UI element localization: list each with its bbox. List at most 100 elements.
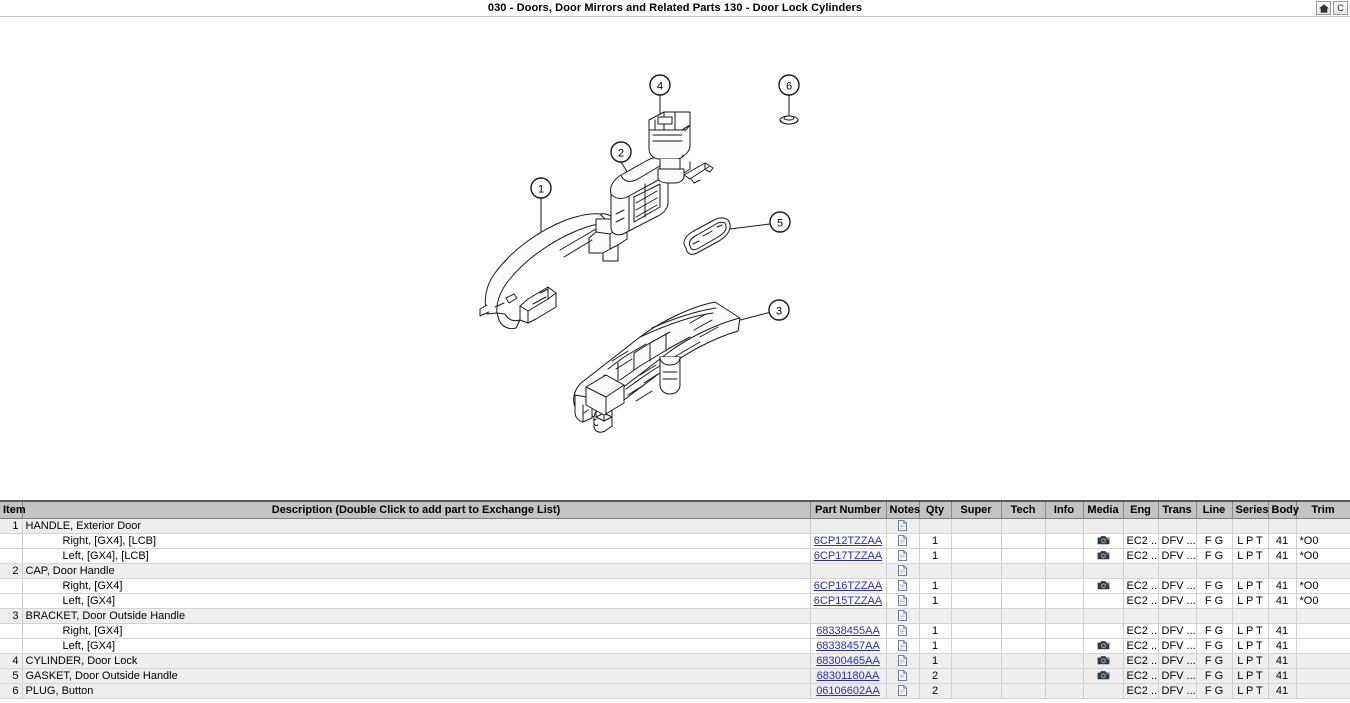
cell-notes[interactable] — [886, 563, 920, 579]
camera-icon[interactable] — [1097, 655, 1110, 665]
column-header-body[interactable]: Body — [1268, 502, 1299, 519]
cell-notes[interactable] — [886, 668, 920, 684]
column-header-media[interactable]: Media — [1083, 502, 1124, 519]
column-header-tech[interactable]: Tech — [1001, 502, 1046, 519]
note-icon[interactable] — [898, 609, 907, 621]
table-row[interactable]: Right, [GX4], [LCB] 6CP12TZZAA 1 EC2 ... DFV… — [0, 533, 1350, 549]
callout-1[interactable]: 1 — [530, 177, 552, 199]
callout-2[interactable]: 2 — [610, 141, 632, 163]
cell-notes[interactable] — [886, 518, 920, 534]
table-row[interactable]: 2 CAP, Door Handle — [0, 563, 1350, 579]
cell-description[interactable]: GASKET, Door Outside Handle — [22, 668, 811, 684]
cell-media[interactable] — [1083, 668, 1124, 684]
home-button[interactable] — [1316, 1, 1331, 15]
column-header-super[interactable]: Super — [951, 502, 1002, 519]
table-row[interactable]: Right, [GX4] 6CP16TZZAA 1 EC2 ... DFV ... F G… — [0, 578, 1350, 594]
part-number-link[interactable]: 68338457AA — [816, 640, 880, 652]
cell-notes[interactable] — [886, 623, 920, 639]
column-header-item[interactable]: Item — [0, 502, 26, 519]
column-header-trans[interactable]: Trans — [1158, 502, 1197, 519]
camera-icon[interactable] — [1097, 670, 1110, 680]
cell-description[interactable]: Left, [GX4] — [22, 638, 811, 654]
cell-description[interactable]: Right, [GX4] — [22, 623, 811, 639]
parts-illustration[interactable]: 1 2 3 4 5 6 — [0, 17, 1350, 500]
table-row[interactable]: 4 CYLINDER, Door Lock 68300465AA 1 EC2 ... DF… — [0, 653, 1350, 669]
callout-6[interactable]: 6 — [778, 74, 800, 96]
cell-media[interactable] — [1083, 638, 1124, 654]
table-row[interactable]: Left, [GX4] 6CP15TZZAA 1 EC2 ... DFV ... F GL… — [0, 593, 1350, 609]
camera-icon[interactable] — [1097, 535, 1110, 545]
camera-icon[interactable] — [1097, 640, 1110, 650]
note-icon[interactable] — [898, 519, 907, 531]
cell-part-number[interactable]: 6CP16TZZAA — [810, 578, 887, 594]
part-number-link[interactable]: 6CP12TZZAA — [814, 535, 882, 547]
cell-part-number[interactable]: 68301180AA — [810, 668, 887, 684]
table-row[interactable]: 5 GASKET, Door Outside Handle 68301180AA 2 E… — [0, 668, 1350, 684]
cell-notes[interactable] — [886, 593, 920, 609]
cell-description[interactable]: Left, [GX4] — [22, 593, 811, 609]
cell-description[interactable]: CYLINDER, Door Lock — [22, 653, 811, 669]
cell-description[interactable]: CAP, Door Handle — [22, 563, 811, 579]
part-number-link[interactable]: 6CP16TZZAA — [814, 580, 882, 592]
callout-4[interactable]: 4 — [649, 74, 671, 96]
column-header-notes[interactable]: Notes — [886, 502, 920, 519]
cell-notes[interactable] — [886, 608, 920, 624]
table-row[interactable]: Right, [GX4] 68338455AA 1 EC2 ... DFV ... F G… — [0, 623, 1350, 639]
cell-part-number[interactable]: 68300465AA — [810, 653, 887, 669]
cell-notes[interactable] — [886, 653, 920, 669]
cell-notes[interactable] — [886, 548, 920, 564]
column-header-trim[interactable]: Trim — [1296, 502, 1350, 519]
part-number-link[interactable]: 68338455AA — [816, 625, 880, 637]
cell-notes[interactable] — [886, 533, 920, 549]
cell-description[interactable]: PLUG, Button — [22, 683, 811, 699]
cell-notes[interactable] — [886, 578, 920, 594]
catalog-button[interactable]: C — [1333, 1, 1348, 15]
camera-icon[interactable] — [1097, 580, 1110, 590]
column-header-info[interactable]: Info — [1045, 502, 1084, 519]
column-header-qty[interactable]: Qty — [919, 502, 952, 519]
part-number-link[interactable]: 6CP17TZZAA — [814, 550, 882, 562]
cell-description[interactable]: HANDLE, Exterior Door — [22, 518, 811, 534]
cell-part-number[interactable]: 6CP17TZZAA — [810, 548, 887, 564]
callout-5[interactable]: 5 — [769, 211, 791, 233]
cell-description[interactable]: BRACKET, Door Outside Handle — [22, 608, 811, 624]
cell-part-number[interactable]: 6CP15TZZAA — [810, 593, 887, 609]
table-row[interactable]: 3 BRACKET, Door Outside Handle — [0, 608, 1350, 624]
part-number-link[interactable]: 6CP15TZZAA — [814, 595, 882, 607]
note-icon[interactable] — [898, 534, 907, 546]
note-icon[interactable] — [898, 564, 907, 576]
part-number-link[interactable]: 06106602AA — [816, 685, 880, 697]
note-icon[interactable] — [898, 579, 907, 591]
note-icon[interactable] — [898, 654, 907, 666]
cell-media[interactable] — [1083, 578, 1124, 594]
part-number-link[interactable]: 68300465AA — [816, 655, 880, 667]
cell-description[interactable]: Right, [GX4] — [22, 578, 811, 594]
table-row[interactable]: 6 PLUG, Button 06106602AA 2 EC2 ... DFV ... F … — [0, 683, 1350, 699]
column-header-part-number[interactable]: Part Number — [810, 502, 887, 519]
note-icon[interactable] — [898, 669, 907, 681]
cell-part-number[interactable]: 6CP12TZZAA — [810, 533, 887, 549]
camera-icon[interactable] — [1097, 550, 1110, 560]
table-row[interactable]: Left, [GX4] 68338457AA 1 EC2 ... DFV ... F GL… — [0, 638, 1350, 654]
column-header-series[interactable]: Series — [1232, 502, 1269, 519]
note-icon[interactable] — [898, 684, 907, 696]
cell-part-number[interactable]: 06106602AA — [810, 683, 887, 699]
cell-part-number[interactable]: 68338455AA — [810, 623, 887, 639]
column-header-eng[interactable]: Eng — [1123, 502, 1159, 519]
table-row[interactable]: Left, [GX4], [LCB] 6CP17TZZAA 1 EC2 ... DFV … — [0, 548, 1350, 564]
cell-notes[interactable] — [886, 638, 920, 654]
cell-part-number[interactable]: 68338457AA — [810, 638, 887, 654]
note-icon[interactable] — [898, 639, 907, 651]
cell-description[interactable]: Right, [GX4], [LCB] — [22, 533, 811, 549]
note-icon[interactable] — [898, 549, 907, 561]
cell-notes[interactable] — [886, 683, 920, 699]
note-icon[interactable] — [898, 594, 907, 606]
cell-media[interactable] — [1083, 653, 1124, 669]
part-number-link[interactable]: 68301180AA — [817, 670, 880, 682]
cell-description[interactable]: Left, [GX4], [LCB] — [22, 548, 811, 564]
table-row[interactable]: 1 HANDLE, Exterior Door — [0, 518, 1350, 534]
column-header-description[interactable]: Description (Double Click to add part to… — [22, 502, 811, 519]
cell-media[interactable] — [1083, 533, 1124, 549]
callout-3[interactable]: 3 — [768, 299, 790, 321]
cell-media[interactable] — [1083, 548, 1124, 564]
